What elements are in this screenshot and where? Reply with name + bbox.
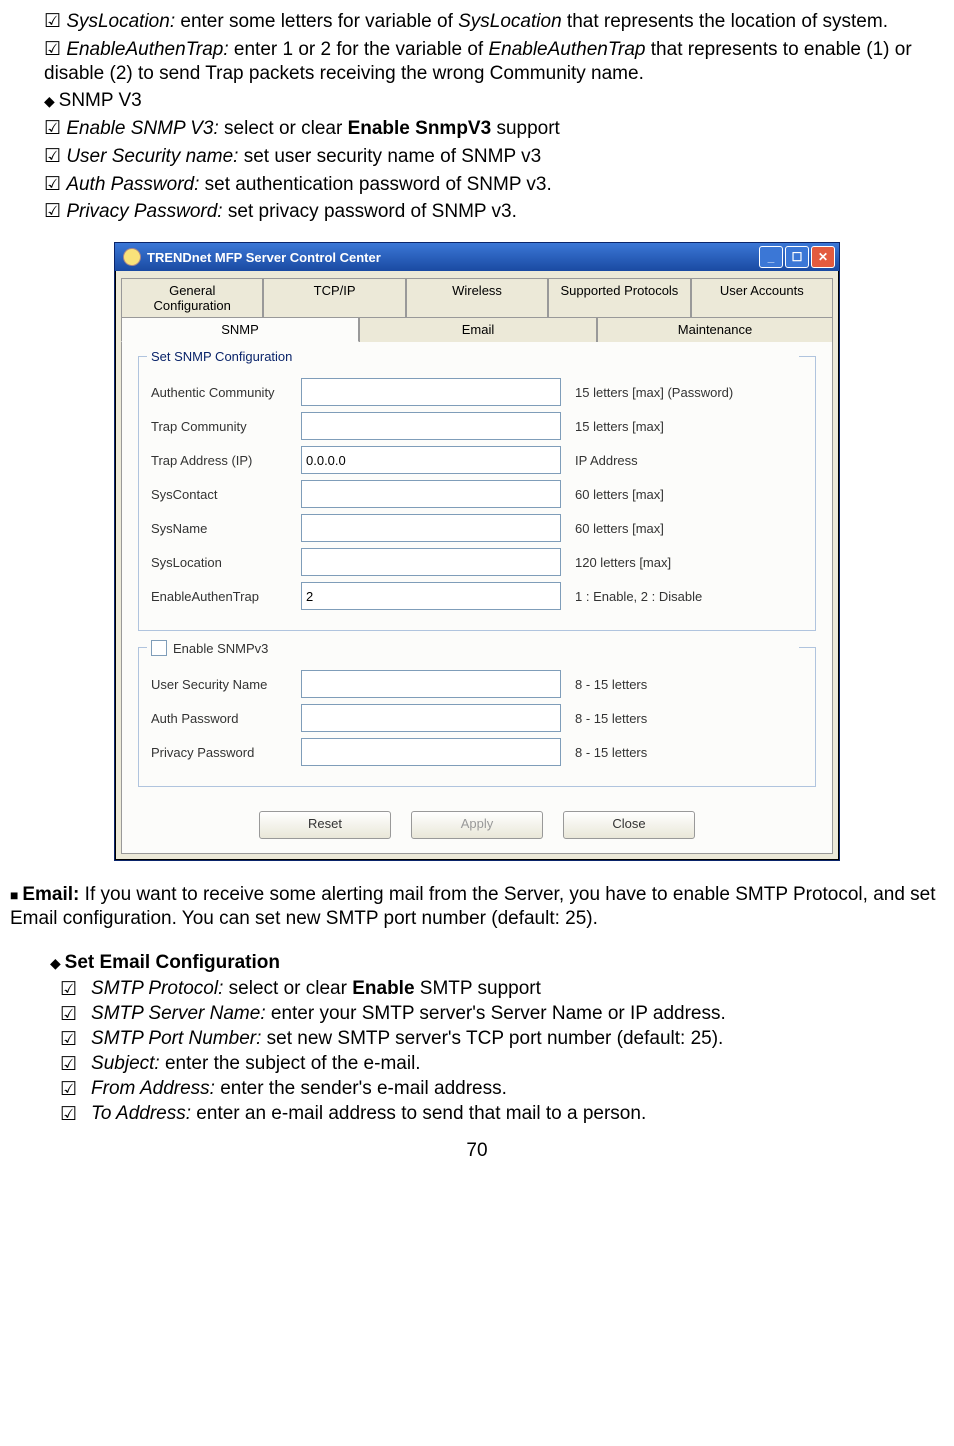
text: enter an e-mail address to send that mai…: [191, 1103, 646, 1124]
text: set authentication password of SNMP v3.: [199, 174, 551, 195]
enableauthen-label: EnableAuthenTrap:: [66, 39, 228, 60]
label: SysLocation: [151, 555, 301, 570]
window-title: TRENDnet MFP Server Control Center: [147, 250, 381, 265]
row-trap-community: Trap Community 15 letters [max]: [151, 412, 803, 440]
enable-snmpv3-checkbox[interactable]: [151, 640, 167, 656]
text: set user security name of SNMP v3: [238, 146, 541, 167]
from-label: From Address:: [91, 1078, 215, 1099]
hint: 8 - 15 letters: [575, 677, 647, 692]
label: User Security Name: [151, 677, 301, 692]
text: SMTP support: [415, 978, 541, 999]
hint: 120 letters [max]: [575, 555, 671, 570]
row-auth-password: Auth Password 8 - 15 letters: [151, 704, 803, 732]
label: SysContact: [151, 487, 301, 502]
app-window: TRENDnet MFP Server Control Center _ ☐ ✕…: [114, 242, 840, 861]
enable-snmpv3-label: Enable SNMPv3: [173, 641, 268, 656]
hint: 8 - 15 letters: [575, 745, 647, 760]
maximize-button[interactable]: ☐: [785, 246, 809, 268]
bold-text: Enable SnmpV3: [348, 118, 492, 139]
fieldset-legend: Set SNMP Configuration: [147, 349, 799, 364]
email-text: If you want to receive some alerting mai…: [10, 884, 936, 929]
syslocation-input[interactable]: [301, 548, 561, 576]
page-number: 70: [10, 1140, 944, 1162]
auth-password-input[interactable]: [301, 704, 561, 732]
label: Authentic Community: [151, 385, 301, 400]
email-heading: Email:: [22, 884, 79, 905]
snmpv3-heading: SNMP V3: [59, 90, 142, 111]
text: set privacy password of SNMP v3.: [223, 201, 517, 222]
syslocation-label: SysLocation:: [66, 11, 175, 32]
tab-wireless[interactable]: Wireless: [406, 278, 548, 317]
row-privacy-password: Privacy Password 8 - 15 letters: [151, 738, 803, 766]
app-icon: [123, 248, 141, 266]
row-sysname: SysName 60 letters [max]: [151, 514, 803, 542]
usersec-label: User Security name:: [66, 146, 238, 167]
smtp-server-label: SMTP Server Name:: [91, 1003, 266, 1024]
var-italic: SysLocation: [458, 11, 562, 32]
text: enter 1 or 2 for the variable of: [229, 39, 489, 60]
row-trap-address: Trap Address (IP) IP Address: [151, 446, 803, 474]
enableauthentrap-input[interactable]: [301, 582, 561, 610]
bold: Enable: [352, 978, 414, 999]
trap-address-input[interactable]: [301, 446, 561, 474]
enable-snmpv3-label: Enable SNMP V3:: [66, 118, 218, 139]
tab-tcpip[interactable]: TCP/IP: [263, 278, 405, 317]
apply-button[interactable]: Apply: [411, 811, 543, 839]
hint: 8 - 15 letters: [575, 711, 647, 726]
row-enableauthentrap: EnableAuthenTrap 1 : Enable, 2 : Disable: [151, 582, 803, 610]
fieldset-snmpv3: Enable SNMPv3 User Security Name 8 - 15 …: [138, 647, 816, 787]
text: enter the subject of the e-mail.: [160, 1053, 421, 1074]
label: Trap Community: [151, 419, 301, 434]
sysname-input[interactable]: [301, 514, 561, 542]
hint: IP Address: [575, 453, 638, 468]
label: Trap Address (IP): [151, 453, 301, 468]
trap-community-input[interactable]: [301, 412, 561, 440]
hint: 60 letters [max]: [575, 487, 664, 502]
hint: 1 : Enable, 2 : Disable: [575, 589, 702, 604]
privacy-password-input[interactable]: [301, 738, 561, 766]
user-security-name-input[interactable]: [301, 670, 561, 698]
tab-email[interactable]: Email: [359, 317, 597, 342]
close-button-panel[interactable]: Close: [563, 811, 695, 839]
label: SysName: [151, 521, 301, 536]
authpw-label: Auth Password:: [66, 174, 199, 195]
minimize-button[interactable]: _: [759, 246, 783, 268]
var-italic: EnableAuthenTrap: [488, 39, 645, 60]
label: Privacy Password: [151, 745, 301, 760]
text: select or clear: [219, 118, 348, 139]
row-syslocation: SysLocation 120 letters [max]: [151, 548, 803, 576]
privpw-label: Privacy Password:: [66, 201, 222, 222]
text: enter some letters for variable of: [175, 11, 458, 32]
to-label: To Address:: [91, 1103, 191, 1124]
reset-button[interactable]: Reset: [259, 811, 391, 839]
text: set new SMTP server's TCP port number (d…: [261, 1028, 723, 1049]
hint: 15 letters [max]: [575, 419, 664, 434]
tab-user-accounts[interactable]: User Accounts: [691, 278, 833, 317]
text: select or clear: [223, 978, 352, 999]
tab-snmp[interactable]: SNMP: [121, 317, 359, 342]
syscontact-input[interactable]: [301, 480, 561, 508]
tab-general[interactable]: General Configuration: [121, 278, 263, 317]
hint: 60 letters [max]: [575, 521, 664, 536]
subject-label: Subject:: [91, 1053, 160, 1074]
authentic-community-input[interactable]: [301, 378, 561, 406]
tab-maintenance[interactable]: Maintenance: [597, 317, 833, 342]
smtp-proto-label: SMTP Protocol:: [91, 978, 223, 999]
label: EnableAuthenTrap: [151, 589, 301, 604]
text: enter your SMTP server's Server Name or …: [266, 1003, 726, 1024]
label: Auth Password: [151, 711, 301, 726]
fieldset-snmp-config: Set SNMP Configuration Authentic Communi…: [138, 356, 816, 631]
row-user-security-name: User Security Name 8 - 15 letters: [151, 670, 803, 698]
set-email-heading: Set Email Configuration: [65, 952, 280, 973]
text: support: [491, 118, 560, 139]
hint: 15 letters [max] (Password): [575, 385, 733, 400]
tab-protocols[interactable]: Supported Protocols: [548, 278, 690, 317]
smtp-port-label: SMTP Port Number:: [91, 1028, 261, 1049]
row-syscontact: SysContact 60 letters [max]: [151, 480, 803, 508]
row-authentic-community: Authentic Community 15 letters [max] (Pa…: [151, 378, 803, 406]
text: enter the sender's e-mail address.: [215, 1078, 507, 1099]
text: that represents the location of system.: [562, 11, 888, 32]
close-button[interactable]: ✕: [811, 246, 835, 268]
titlebar: TRENDnet MFP Server Control Center _ ☐ ✕: [115, 243, 839, 271]
